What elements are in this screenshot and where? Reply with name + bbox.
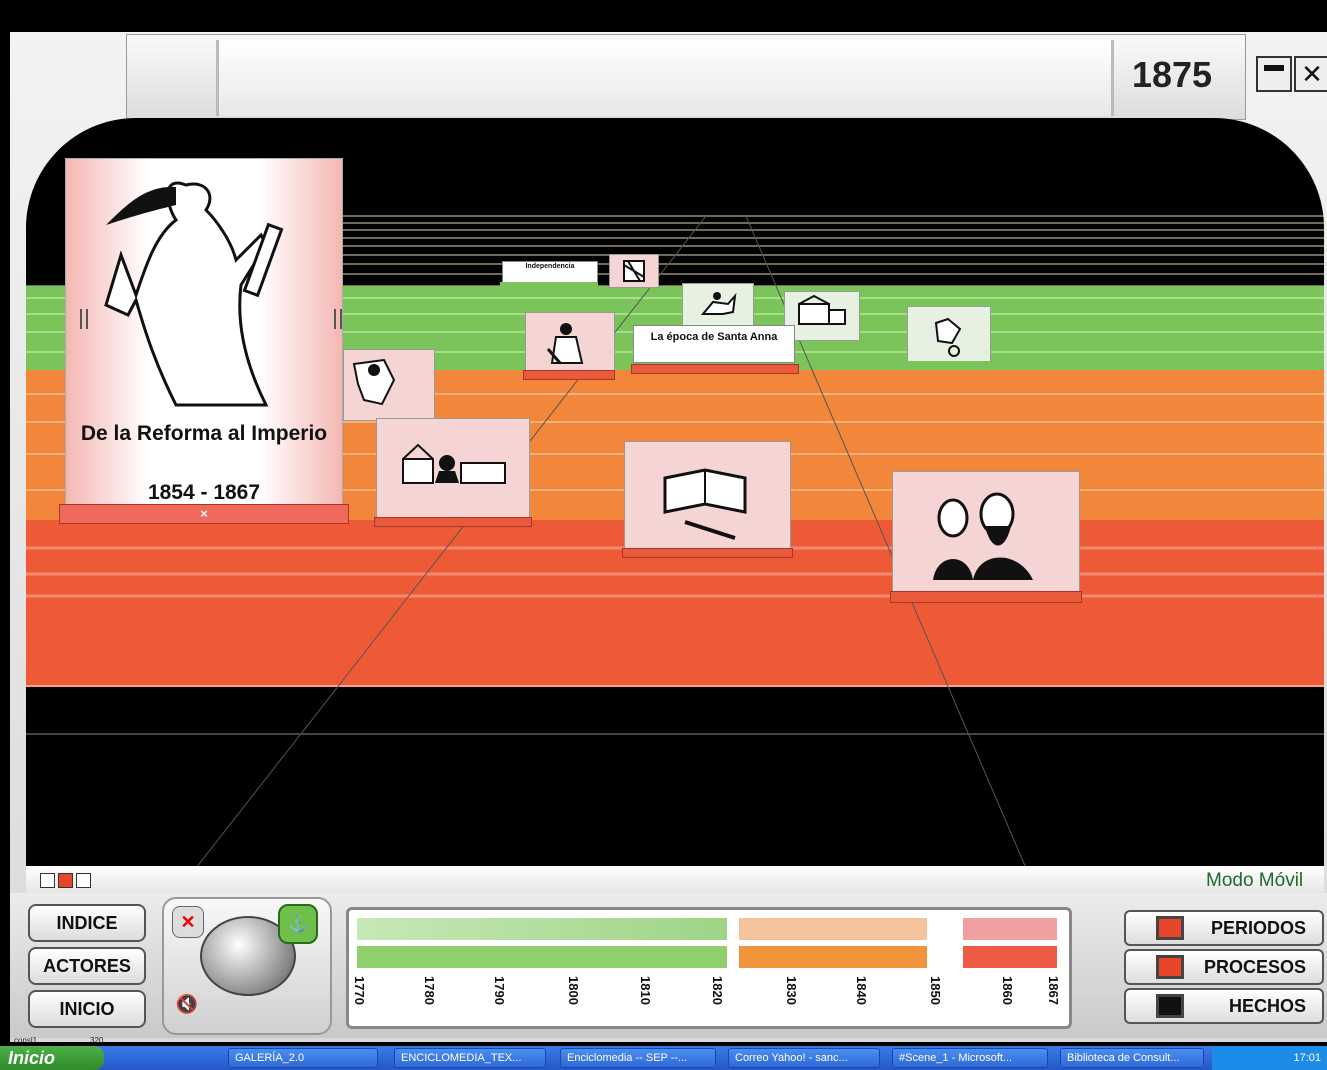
event-card[interactable] [343,349,435,421]
clock[interactable]: 17:01 [1293,1052,1321,1064]
close-icon: ✕ [1301,58,1323,89]
mode-label: Modo Móvil [1206,870,1304,891]
indice-button[interactable]: INDICE [28,904,146,942]
tick-label: 1780 [422,976,437,1005]
independencia-label[interactable]: Independencia [502,261,598,283]
procesos-label: PROCESOS [1203,956,1306,977]
soldier-icon [546,323,584,364]
period-bar-reforma[interactable] [963,918,1057,940]
map-figure-icon [352,358,396,406]
period-card[interactable]: De la Reforma al Imperio 1854 - 1867 [65,158,343,506]
anchor-icon[interactable]: ⚓ [278,904,318,944]
event-card[interactable] [624,441,791,551]
event-card[interactable] [376,418,530,520]
period-bar-independencia[interactable] [357,918,727,940]
procesos-toggle [1156,955,1184,979]
inicio-button[interactable]: INICIO [28,990,146,1028]
scene-status-strip [26,866,1324,894]
sound-mute-icon[interactable]: 🔇 [172,990,202,1018]
santa-anna-label[interactable]: La época de Santa Anna [633,325,795,363]
independencia-base [500,282,598,287]
santa-anna-base [631,364,799,374]
close-button[interactable]: ✕ [1294,56,1327,92]
period-card-base: × [59,504,349,524]
status-right: 320 [90,1036,104,1045]
taskbar-item[interactable]: #Scene_1 - Microsoft... [892,1048,1048,1068]
allegory-woman-with-tablet-icon [104,181,284,407]
event-card[interactable] [525,312,615,374]
periodos-button[interactable]: PERIODOS [1124,910,1324,946]
hechos-label: HECHOS [1228,995,1306,1016]
scroll-document-icon [623,260,645,282]
hechos-button[interactable]: HECHOS [1124,988,1324,1024]
minimize-icon [1264,65,1284,71]
event-card[interactable] [609,254,659,288]
taskbar-item[interactable]: Correo Yahoo! - sanc... [728,1048,880,1068]
procesos-button[interactable]: PROCESOS [1124,949,1324,985]
start-button[interactable]: Inicio [0,1046,104,1070]
view-mode-button[interactable] [40,873,55,888]
hechos-toggle [1156,994,1184,1018]
event-card[interactable] [892,471,1080,593]
maximilian-and-carlota-icon [933,492,1033,580]
taskbar-item[interactable]: Enciclomedia -- SEP --... [560,1048,716,1068]
battle-base [905,361,991,366]
soldier-base [523,370,615,380]
timeline-track[interactable]: 1770 1780 1790 1800 1810 1820 1830 1840 … [346,907,1072,1029]
taskbar-item[interactable]: Biblioteca de Consult... [1060,1048,1204,1068]
actores-button[interactable]: ACTORES [28,947,146,985]
minimize-button[interactable] [1256,56,1292,92]
process-bar-independencia[interactable] [357,946,727,968]
cathedral-base [374,517,532,527]
tick-label: 1820 [710,976,725,1005]
tick-label: 1840 [854,976,869,1005]
event-card[interactable] [784,291,860,341]
tick-label: 1800 [566,976,581,1005]
tick-label: 1867 [1046,976,1061,1005]
period-title: De la Reforma al Imperio [80,422,328,445]
tick-label: 1830 [784,976,799,1005]
maximilian-base [890,591,1082,603]
left-drag-handle[interactable] [80,309,88,329]
tick-label: 1860 [1000,976,1015,1005]
battle-icon [934,317,962,357]
buildings-icon [798,294,846,325]
tick-label: 1770 [352,976,367,1005]
x-icon[interactable]: ✕ [172,906,204,938]
process-bar-santa-anna[interactable] [739,946,927,968]
periodos-toggle [1156,916,1184,940]
period-close-mark[interactable]: × [60,505,348,523]
cathedral-and-portrait-icon [402,443,506,484]
title-display [216,40,1114,116]
event-card[interactable] [907,306,991,364]
taskbar-item[interactable]: ENCICLOMEDIA_TEX... [394,1048,546,1068]
horseman-icon [700,292,737,315]
period-years: 1854 - 1867 [147,481,261,504]
status-left: consl1 [14,1036,38,1045]
system-tray: 17:01 [1212,1046,1327,1070]
tick-label: 1790 [492,976,507,1005]
taskbar-item[interactable]: GALERÍA_2.0 [228,1048,378,1068]
current-year-label: 1875 [1131,54,1213,95]
tick-label: 1850 [928,976,943,1005]
view-mode-button[interactable] [76,873,91,888]
event-card[interactable] [682,283,754,329]
book-and-pen-icon [663,468,747,540]
periodos-label: PERIODOS [1210,917,1306,938]
view-mode-button[interactable] [58,873,73,888]
process-bar-reforma[interactable] [963,946,1057,968]
period-bar-santa-anna[interactable] [739,918,927,940]
right-drag-handle[interactable] [334,309,342,329]
book-base [622,548,793,558]
tick-label: 1810 [638,976,653,1005]
